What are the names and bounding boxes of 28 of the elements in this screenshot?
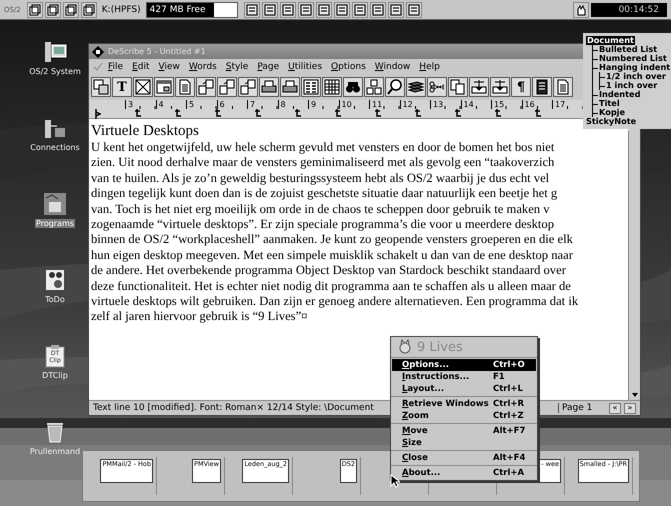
ruler-number: 11 xyxy=(369,100,400,109)
ruler-number: 9 xyxy=(308,100,338,109)
document-heading: Virtuele Desktops xyxy=(91,123,199,140)
text-line: dingen tegelijk kunt doen dan is de zojuist geschetste situatie daar natuurlijk een beetje het g xyxy=(91,186,558,202)
ruler-number: 15 xyxy=(491,100,522,109)
text-line: hun eigen desktop meegeven. Met een simpele muisklik schakelt u dan van de ene desktop naar xyxy=(91,248,573,264)
ruler-number: 5 xyxy=(186,100,216,109)
text-line: de andere. Het overbekende programma Object Desktop van Stardock beschikt standaard over xyxy=(91,263,566,279)
ruler-number: 13 xyxy=(430,100,460,109)
ruler-number: 17 xyxy=(552,100,582,109)
page-number: Page 1 xyxy=(558,403,606,413)
text-line: van. Toch is het niet erg moeilijk om orde in de chaos te scheppen door gebruik te maken v xyxy=(91,202,550,218)
status-text: Text line 10 [modified]. Font: Roman× 12/14 Style: \Document xyxy=(93,403,374,413)
window-title: DeScribe 5 - Untitled #1 xyxy=(108,47,206,56)
ruler-number: 7 xyxy=(247,100,278,109)
free-space-reading: 427 MB Free xyxy=(148,4,206,14)
text-line: zelf al jaren hiervoor gebruik is “9 Lives”¤ xyxy=(91,309,308,325)
drive-label: K:(HPFS) xyxy=(100,4,142,14)
text-line: zien. Uit nood derhalve maar de vensters geminimaliseerd met als gevolg een “taakoverzich xyxy=(91,155,554,171)
text-line: zogenaamde “virtuele desktops”. Er zijn speciale programma’s die voor u meerdere desktop xyxy=(91,217,554,232)
text-line: virtuele desktops wilt gebruiken. Dan zijn er genoeg andere alternatieven. Een programma dat ik xyxy=(91,294,578,310)
menu-title: 9 Lives xyxy=(417,340,463,354)
text-line: binnen de OS/2 “workplaceshell” aanmaken. Je kunt zo geopende vensters groeperen en die elk xyxy=(91,232,573,248)
text-line: van te huilen. Als je zo’n geweldig besturingssysteem hebt als OS/2 waarbij je dus echt vel xyxy=(91,170,550,186)
ruler-number: 3 xyxy=(125,100,156,109)
clock: 00:14:52 xyxy=(591,2,667,16)
text-line: U kent het ongetwijfeld, uw hele scherm gevuld met vensters en door de bomen het bos niet xyxy=(91,140,554,156)
text-line: deze functionaliteit. Het is echter niet nodig dit programma aan te schaffen als u alleen maar de xyxy=(91,278,571,294)
